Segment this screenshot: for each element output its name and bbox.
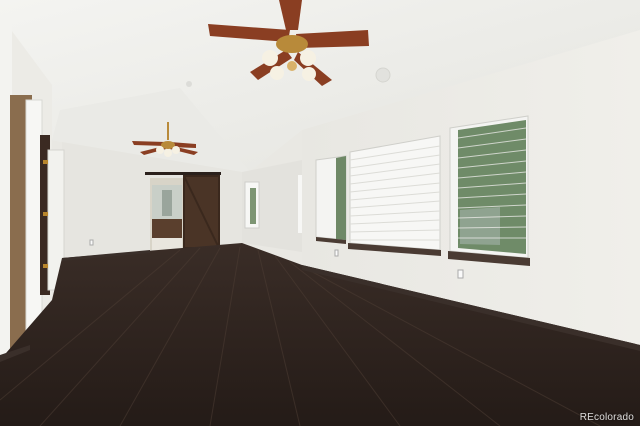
side-window <box>298 175 302 233</box>
back-window <box>244 181 260 229</box>
living-room-photo <box>0 0 640 426</box>
recessed-light <box>186 81 192 87</box>
recessed-light <box>375 67 391 83</box>
hallway-opening <box>150 178 184 252</box>
outlet <box>334 249 339 257</box>
outlet <box>89 239 94 246</box>
outlet <box>457 269 464 279</box>
watermark: REcolorado <box>579 412 634 423</box>
